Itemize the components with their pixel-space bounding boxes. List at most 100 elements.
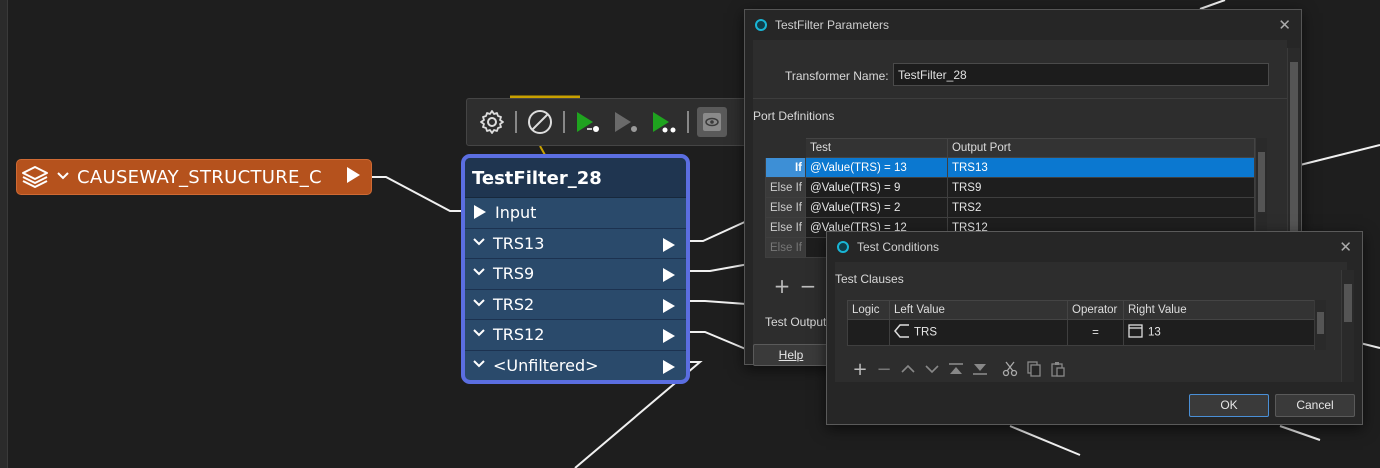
run-from-icon[interactable] xyxy=(611,107,641,137)
chevron-down-icon[interactable] xyxy=(57,169,73,185)
close-icon[interactable]: ✕ xyxy=(1339,238,1352,256)
row-kind: Else If xyxy=(765,197,806,218)
wire-right-2 xyxy=(1359,342,1380,349)
column-header-logic[interactable]: Logic xyxy=(847,300,890,320)
table-header-row: Test Output Port xyxy=(765,138,1256,158)
test-clauses-table: Logic Left Value Operator Right Value TR… xyxy=(847,300,1323,346)
chevron-down-icon[interactable] xyxy=(473,266,493,281)
column-header-left-value[interactable]: Left Value xyxy=(889,300,1068,320)
table-row[interactable]: If @Value(TRS) = 13 TRS13 xyxy=(765,157,1256,178)
row-tools: + − xyxy=(773,274,817,298)
scrollbar-thumb[interactable] xyxy=(1317,312,1324,334)
table-header-row: Logic Left Value Operator Right Value xyxy=(847,300,1323,320)
transformer-name-input[interactable]: TestFilter_28 xyxy=(893,63,1269,86)
test-clauses-label: Test Clauses xyxy=(835,272,904,286)
row-operator[interactable]: = xyxy=(1067,319,1124,346)
params-dialog-titlebar[interactable]: TestFilter Parameters ✕ xyxy=(745,10,1301,40)
row-logic[interactable] xyxy=(847,319,890,346)
chevron-down-icon[interactable] xyxy=(473,327,493,342)
chevron-down-icon[interactable] xyxy=(473,297,493,312)
row-right-value[interactable]: 13 xyxy=(1123,319,1323,346)
output-port-icon[interactable] xyxy=(662,237,676,257)
column-header-right-value[interactable]: Right Value xyxy=(1123,300,1323,320)
output-port-trs13[interactable]: TRS13 xyxy=(465,229,686,259)
section-divider xyxy=(753,98,1287,99)
right-value-text: 13 xyxy=(1148,326,1161,339)
gear-icon[interactable] xyxy=(477,107,507,137)
clause-tools: + − xyxy=(851,359,1067,380)
column-header-output-port[interactable]: Output Port xyxy=(946,138,1256,158)
table-row[interactable]: TRS = 13 xyxy=(847,319,1323,346)
row-left-value[interactable]: TRS xyxy=(889,319,1068,346)
app-logo-icon xyxy=(837,241,849,253)
conditions-scrollbar[interactable] xyxy=(1341,270,1354,382)
output-port-icon[interactable] xyxy=(345,166,361,188)
output-port-label: TRS2 xyxy=(493,294,535,314)
wire-right-1 xyxy=(1299,144,1380,166)
move-up-icon[interactable] xyxy=(899,359,917,379)
output-port-trs9[interactable]: TRS9 xyxy=(465,259,686,290)
run-to-icon[interactable] xyxy=(573,107,603,137)
reader-node[interactable]: CAUSEWAY_STRUCTURE_C xyxy=(16,159,372,195)
ok-button[interactable]: OK xyxy=(1189,394,1269,417)
node-toolbar xyxy=(466,98,748,146)
run-one-icon[interactable] xyxy=(649,107,679,137)
disable-icon[interactable] xyxy=(525,107,555,137)
output-port-icon[interactable] xyxy=(662,359,676,379)
reader-title: CAUSEWAY_STRUCTURE_C xyxy=(77,166,322,188)
output-port-label: TRS9 xyxy=(493,264,535,284)
row-kind: Else If xyxy=(765,217,806,238)
row-test[interactable]: @Value(TRS) = 2 xyxy=(804,197,948,218)
row-port[interactable]: TRS9 xyxy=(946,177,1256,198)
add-row-icon[interactable]: + xyxy=(773,274,791,298)
conditions-dialog: Test Conditions ✕ Test Clauses Logic Lef… xyxy=(826,231,1363,425)
port-definitions-label: Port Definitions xyxy=(753,109,835,123)
move-bottom-icon[interactable] xyxy=(971,359,989,379)
output-port-trs2[interactable]: TRS2 xyxy=(465,290,686,320)
constant-value-icon xyxy=(1128,324,1144,341)
row-test[interactable]: @Value(TRS) = 13 xyxy=(804,157,948,178)
conditions-dialog-titlebar[interactable]: Test Conditions ✕ xyxy=(827,232,1362,262)
chevron-down-icon[interactable] xyxy=(473,358,493,373)
scrollbar-thumb[interactable] xyxy=(1290,62,1298,232)
table-scrollbar[interactable] xyxy=(1255,138,1267,238)
scrollbar-thumb[interactable] xyxy=(1344,284,1352,322)
transformer-title: TestFilter_28 xyxy=(465,158,686,198)
output-port-icon[interactable] xyxy=(662,328,676,348)
add-clause-icon[interactable]: + xyxy=(851,359,869,380)
column-header-operator[interactable]: Operator xyxy=(1067,300,1124,320)
output-port-label: TRS12 xyxy=(493,325,545,345)
row-test[interactable]: @Value(TRS) = 9 xyxy=(804,177,948,198)
input-port[interactable]: Input xyxy=(465,198,686,229)
row-port[interactable]: TRS2 xyxy=(946,197,1256,218)
wire-right-3 xyxy=(1009,425,1081,456)
output-port-trs12[interactable]: TRS12 xyxy=(465,320,686,351)
output-port-label: TRS13 xyxy=(493,233,545,253)
move-top-icon[interactable] xyxy=(947,359,965,379)
row-kind: Else If xyxy=(765,177,806,198)
clauses-table-scrollbar[interactable] xyxy=(1314,300,1326,350)
column-header-test[interactable]: Test xyxy=(804,138,948,158)
output-port-label: <Unfiltered> xyxy=(493,356,599,376)
paste-icon[interactable] xyxy=(1049,359,1067,379)
copy-icon[interactable] xyxy=(1025,359,1043,379)
scrollbar-thumb[interactable] xyxy=(1258,152,1265,212)
row-port[interactable]: TRS13 xyxy=(946,157,1256,178)
chevron-down-icon[interactable] xyxy=(473,236,493,251)
transformer-node[interactable]: TestFilter_28 Input TRS13 TRS9 TRS2 TRS1… xyxy=(461,154,690,384)
table-row[interactable]: Else If @Value(TRS) = 2 TRS2 xyxy=(765,197,1256,218)
move-down-icon[interactable] xyxy=(923,359,941,379)
inspect-icon[interactable] xyxy=(697,107,727,137)
input-port-icon xyxy=(473,204,487,224)
help-button[interactable]: Help xyxy=(753,344,829,366)
output-port-icon[interactable] xyxy=(662,298,676,318)
table-row[interactable]: Else If @Value(TRS) = 9 TRS9 xyxy=(765,177,1256,198)
remove-clause-icon[interactable]: − xyxy=(875,359,893,380)
remove-row-icon[interactable]: − xyxy=(799,274,817,298)
cancel-button[interactable]: Cancel xyxy=(1275,394,1355,417)
output-port-icon[interactable] xyxy=(662,267,676,287)
cut-icon[interactable] xyxy=(1001,359,1019,379)
close-icon[interactable]: ✕ xyxy=(1278,16,1291,34)
attribute-icon xyxy=(894,324,910,341)
output-port-unfiltered[interactable]: <Unfiltered> xyxy=(465,351,686,381)
